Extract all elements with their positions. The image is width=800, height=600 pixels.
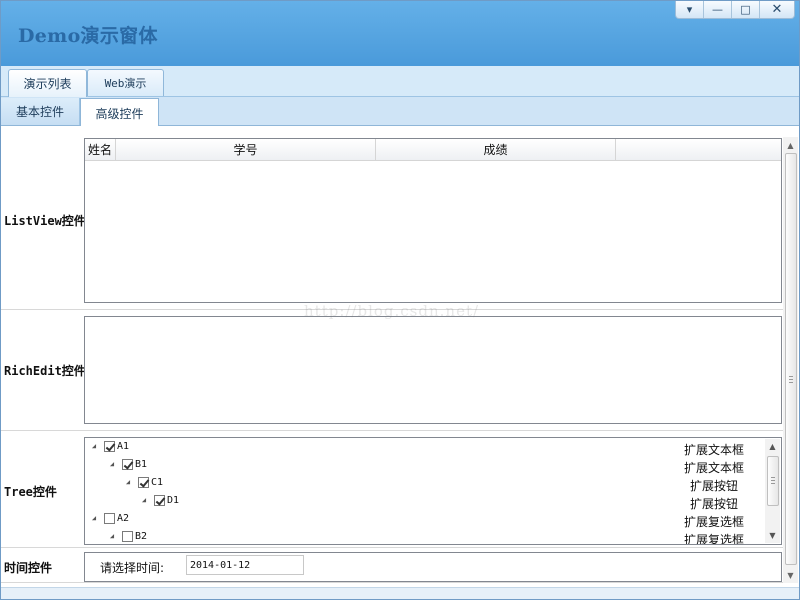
tree-node-label: B2: [135, 530, 148, 542]
tree-node[interactable]: ◢ B1: [108, 456, 147, 472]
row-divider: [1, 582, 783, 583]
tab-basic-controls[interactable]: 基本控件: [1, 98, 80, 125]
down-arrow-icon[interactable]: ▼: [765, 529, 780, 542]
tree-node-label: A1: [117, 440, 130, 452]
top-tab-bar: 演示列表 Web演示: [1, 66, 799, 97]
tree-checkbox[interactable]: [104, 440, 115, 452]
status-bar: [1, 587, 799, 599]
tree-node-label: B1: [135, 458, 148, 470]
tree-node[interactable]: ◢ C1: [124, 474, 163, 490]
tree-extend-button[interactable]: 扩展按钮: [690, 477, 738, 494]
down-arrow-icon[interactable]: ▼: [783, 568, 798, 582]
column-header-score[interactable]: 成绩: [376, 139, 616, 160]
row-divider: [1, 430, 783, 431]
tree-extend-checkbox[interactable]: 扩展复选框: [684, 513, 744, 530]
tree-checkbox[interactable]: [122, 458, 133, 470]
column-header-empty[interactable]: [616, 139, 780, 160]
window-title: Demo演示窗体: [18, 25, 158, 47]
tab-demo-list[interactable]: 演示列表: [8, 69, 87, 97]
tree-scrollbar[interactable]: ▲ ▼: [765, 439, 780, 543]
tree-checkbox[interactable]: [122, 530, 133, 542]
main-scrollbar[interactable]: ▲ ▼: [783, 137, 798, 583]
tab-advanced-controls[interactable]: 高级控件: [80, 98, 159, 127]
listview-control[interactable]: 姓名 学号 成绩: [84, 138, 782, 303]
tree-checkbox[interactable]: [138, 476, 149, 488]
triangle-expander-icon[interactable]: ◢: [124, 478, 132, 486]
window-controls: ▾ — □ ✕: [675, 1, 795, 19]
listview-row-label: ListView控件: [4, 214, 84, 228]
sub-tab-bar: 基本控件 高级控件: [1, 97, 799, 127]
watermark-text: http://blog.csdn.net/: [304, 302, 480, 320]
richedit-control[interactable]: [84, 316, 782, 424]
tree-extend-button[interactable]: 扩展按钮: [690, 495, 738, 512]
triangle-expander-icon[interactable]: ◢: [90, 442, 98, 450]
tree-control[interactable]: ◢ A1 ◢ B1 ◢ C1 ◢ D1 ◢ A2 ◢ B2 扩展文本框 扩展文本…: [84, 437, 782, 545]
up-arrow-icon[interactable]: ▲: [765, 440, 780, 453]
tree-row-label: Tree控件: [4, 485, 57, 499]
minimize-button[interactable]: —: [703, 1, 731, 18]
tree-node[interactable]: ◢ D1: [140, 492, 179, 508]
tree-node-label: A2: [117, 512, 130, 524]
date-input[interactable]: 2014-01-12: [186, 555, 304, 575]
title-bar[interactable]: Demo演示窗体 ▾ — □ ✕: [1, 1, 799, 66]
tree-node[interactable]: ◢ B2: [108, 528, 147, 544]
listview-header: 姓名 学号 成绩: [85, 139, 781, 161]
main-window: Demo演示窗体 ▾ — □ ✕ 演示列表 Web演示 基本控件 高级控件 Li…: [0, 0, 800, 600]
close-button[interactable]: ✕: [759, 1, 794, 18]
tree-extend-textbox[interactable]: 扩展文本框: [684, 459, 744, 476]
tree-node-label: C1: [151, 476, 164, 488]
tree-scroll-thumb[interactable]: [767, 456, 779, 506]
triangle-expander-icon[interactable]: ◢: [140, 496, 148, 504]
column-header-student-id[interactable]: 学号: [116, 139, 376, 160]
main-scroll-thumb[interactable]: [785, 153, 797, 565]
time-control-panel: 请选择时间: 2014-01-12: [84, 552, 782, 582]
tree-node[interactable]: ◢ A1: [90, 438, 129, 454]
richedit-row-label: RichEdit控件: [4, 364, 84, 378]
time-prompt-label: 请选择时间:: [100, 561, 165, 575]
triangle-expander-icon[interactable]: ◢: [108, 532, 116, 540]
tree-extend-checkbox[interactable]: 扩展复选框: [684, 531, 744, 544]
tree-checkbox[interactable]: [154, 494, 165, 506]
up-arrow-icon[interactable]: ▲: [783, 138, 798, 152]
triangle-expander-icon[interactable]: ◢: [90, 514, 98, 522]
maximize-button[interactable]: □: [731, 1, 759, 18]
tab-web-demo[interactable]: Web演示: [87, 69, 164, 96]
time-row-label: 时间控件: [4, 561, 53, 575]
tree-node-label: D1: [167, 494, 180, 506]
triangle-expander-icon[interactable]: ◢: [108, 460, 116, 468]
column-header-name[interactable]: 姓名: [85, 139, 116, 160]
tree-node[interactable]: ◢ A2: [90, 510, 129, 526]
tree-checkbox[interactable]: [104, 512, 115, 524]
row-divider: [1, 547, 783, 548]
tree-extend-textbox[interactable]: 扩展文本框: [684, 441, 744, 458]
menu-dropdown-button[interactable]: ▾: [676, 1, 703, 18]
